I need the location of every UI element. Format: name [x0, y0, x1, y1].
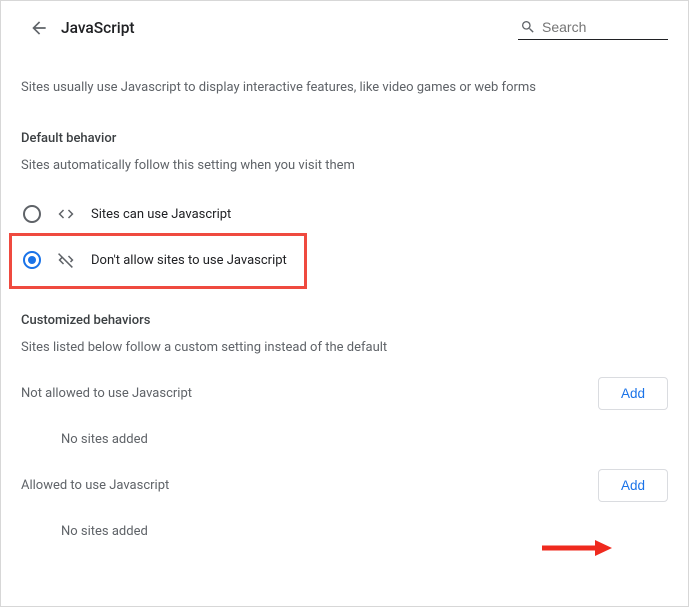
back-button[interactable]: [29, 18, 49, 38]
add-blocked-button[interactable]: Add: [598, 377, 668, 410]
arrow-left-icon: [29, 18, 49, 38]
radio-selected[interactable]: [23, 251, 41, 269]
search-icon: [520, 19, 536, 35]
search-input[interactable]: [542, 19, 652, 35]
not-allowed-title: Not allowed to use Javascript: [21, 386, 192, 401]
default-behavior-title: Default behavior: [21, 131, 668, 146]
radio-option-allow[interactable]: Sites can use Javascript: [21, 191, 668, 237]
search-box[interactable]: [518, 15, 668, 40]
page-description: Sites usually use Javascript to display …: [21, 80, 668, 95]
customized-section: Customized behaviors Sites listed below …: [21, 313, 668, 539]
not-allowed-header: Not allowed to use Javascript Add: [21, 377, 668, 410]
add-allowed-button[interactable]: Add: [598, 469, 668, 502]
settings-page: JavaScript Sites usually use Javascript …: [0, 0, 689, 607]
annotation-arrow-icon: [540, 538, 612, 558]
radio-option-block[interactable]: Don't allow sites to use Javascript: [21, 237, 668, 283]
customized-subtitle: Sites listed below follow a custom setti…: [21, 340, 668, 355]
radio-unselected[interactable]: [23, 205, 41, 223]
content: Sites usually use Javascript to display …: [1, 80, 688, 539]
header: JavaScript: [1, 1, 688, 50]
allowed-empty: No sites added: [21, 524, 668, 539]
default-behavior-subtitle: Sites automatically follow this setting …: [21, 158, 668, 173]
radio-label: Sites can use Javascript: [91, 207, 231, 222]
page-title: JavaScript: [61, 19, 506, 37]
not-allowed-empty: No sites added: [21, 432, 668, 447]
customized-title: Customized behaviors: [21, 313, 668, 328]
radio-label: Don't allow sites to use Javascript: [91, 253, 287, 268]
allowed-title: Allowed to use Javascript: [21, 478, 169, 493]
allowed-header: Allowed to use Javascript Add: [21, 469, 668, 502]
code-off-icon: [57, 251, 75, 269]
code-icon: [57, 205, 75, 223]
